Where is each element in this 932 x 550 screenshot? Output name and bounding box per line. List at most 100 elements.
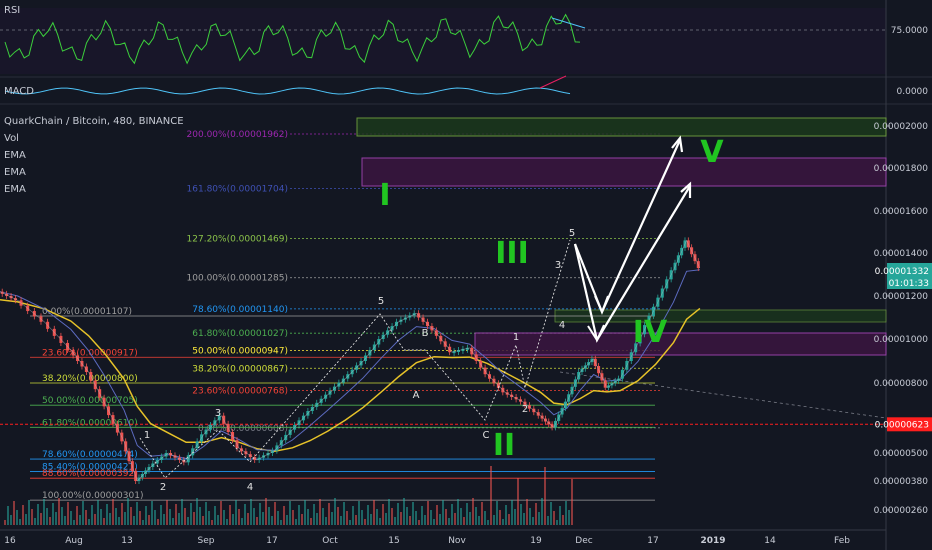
x-tick-label: Dec (575, 536, 592, 546)
subwave-label: 5 (569, 228, 575, 239)
volume-bar (232, 514, 234, 525)
volume-bar (19, 519, 21, 525)
volume-bar (385, 513, 387, 525)
subwave-label: 1 (144, 430, 150, 441)
subwave-label: 4 (247, 482, 253, 493)
volume-bar (100, 509, 102, 525)
volume-bar (22, 505, 24, 525)
x-tick-label: Sep (198, 536, 215, 546)
volume-bar (283, 506, 285, 525)
chart-svg[interactable]: 200.00%(0.00001962) 161.80%(0.00001704) 1 2… (0, 0, 932, 550)
fib-upper-label: 200.00%(0.00001962) (187, 130, 288, 140)
volume-bar (277, 511, 279, 525)
volume-bar (148, 515, 150, 525)
price-value: 0.00001332 (875, 267, 929, 277)
volume-bar (475, 507, 477, 525)
volume-bar (394, 517, 396, 525)
x-tick-label: Feb (834, 536, 850, 546)
volume-bar (196, 498, 198, 525)
volume-bar (280, 520, 282, 525)
volume-bar (37, 504, 39, 525)
subwave-label: 2 (522, 404, 528, 415)
volume-bar (274, 502, 276, 525)
volume-bar (355, 515, 357, 525)
volume-bar (238, 509, 240, 525)
volume-bar (415, 511, 417, 525)
volume-bar (409, 516, 411, 525)
volume-bar (133, 516, 135, 525)
volume-bar (328, 503, 330, 525)
y-tick-label: 0.00002000 (874, 122, 929, 132)
fib-upper-label: 100.00%(0.00001285) (187, 274, 288, 284)
volume-bar (79, 515, 81, 525)
volume-bar (127, 498, 129, 525)
volume-bar (190, 503, 192, 525)
legend-ema-3: EMA (4, 184, 26, 195)
volume-bar (85, 510, 87, 525)
volume-bar (319, 499, 321, 525)
volume-bar (229, 505, 231, 525)
fib-upper-label: 161.80%(0.00001704) (187, 185, 288, 195)
volume-bar (469, 512, 471, 525)
volume-bar (241, 518, 243, 525)
volume-bar (526, 499, 528, 525)
volume-bar (52, 503, 54, 525)
subwave-label: 3 (555, 260, 561, 271)
volume-bar (322, 508, 324, 525)
fib-upper-label: 38.20%(0.00000867) (192, 364, 288, 374)
y-tick-label: 0.00001400 (874, 249, 929, 259)
x-tick-label: Nov (448, 536, 466, 546)
volume-bar (28, 500, 30, 525)
subwave-label: 5 (378, 296, 384, 307)
y-tick-label: 0.00000380 (874, 477, 929, 487)
volume-bar (316, 513, 318, 525)
volume-bar (178, 513, 180, 525)
volume-bar (382, 504, 384, 525)
volume-bar (172, 518, 174, 525)
volume-bar (64, 516, 66, 525)
volume-bar (91, 505, 93, 525)
volume-bar (439, 514, 441, 525)
volume-bar (421, 506, 423, 525)
y-tick-label: 0.00000500 (874, 449, 929, 459)
volume-bar (454, 513, 456, 525)
volume-bar (358, 501, 360, 525)
wave-label-i: I (379, 178, 390, 213)
volume-bar (445, 509, 447, 525)
volume-bar (253, 508, 255, 525)
volume-bar (208, 511, 210, 525)
volume-bar (487, 520, 489, 525)
volume-bar (502, 519, 504, 525)
volume-bar (157, 519, 159, 525)
fib-lower-label: 0.00%(0.00001107) (42, 307, 132, 317)
volume-bar (559, 506, 561, 525)
volume-bar (58, 498, 60, 525)
volume-bar (370, 514, 372, 525)
volume-bar (121, 503, 123, 525)
rsi-band (0, 8, 886, 74)
subwave-label: A (413, 390, 420, 401)
volume-bar (220, 501, 222, 525)
volume-bar (514, 509, 516, 525)
legend-ema-2: EMA (4, 167, 26, 178)
volume-bar (511, 500, 513, 525)
volume-bar (325, 517, 327, 525)
legend-vol: Vol (4, 133, 19, 144)
volume-bar (310, 518, 312, 525)
volume-bar (562, 515, 564, 525)
volume-bar (532, 517, 534, 525)
volume-bar (463, 517, 465, 525)
volume-bar (391, 508, 393, 525)
wave-label-v: V (700, 135, 724, 170)
volume-bar (82, 501, 84, 525)
price-countdown: 01:01:33 (889, 279, 929, 289)
volume-bar (397, 503, 399, 525)
volume-bar (472, 498, 474, 525)
legend-ema-1: EMA (4, 150, 26, 161)
volume-bar (250, 499, 252, 525)
volume-bar (505, 505, 507, 525)
volume-bar (430, 510, 432, 525)
volume-bar (346, 511, 348, 525)
volume-bar (388, 499, 390, 525)
volume-bar (247, 513, 249, 525)
